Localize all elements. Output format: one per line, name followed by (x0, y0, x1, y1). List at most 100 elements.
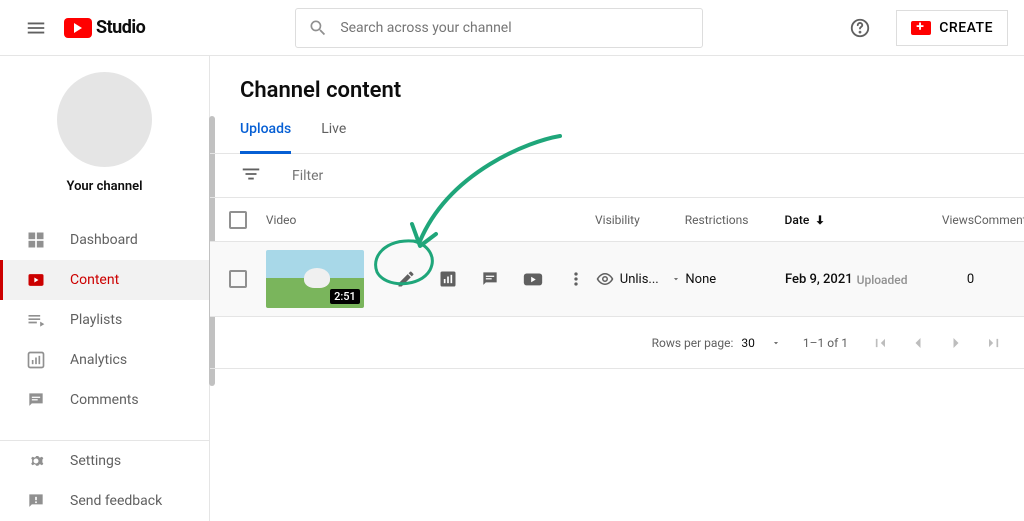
gear-icon (24, 451, 48, 471)
visibility-value: Unlis... (620, 272, 659, 287)
youtube-play-icon (64, 18, 92, 38)
video-duration: 2:51 (330, 289, 360, 304)
table-header: Video Visibility Restrictions Date Views… (210, 198, 1024, 242)
restrictions-value: None (685, 272, 785, 287)
table-row[interactable]: 2:51 Unlis... None Feb 9, (210, 242, 1024, 317)
date-value: Feb 9, 2021 (785, 272, 853, 287)
first-page-icon (870, 333, 890, 353)
sidebar-nav: Dashboard Content Playlists Analytics Co… (0, 220, 209, 440)
playlists-icon (24, 310, 48, 330)
search-box[interactable] (295, 8, 703, 48)
more-options-button[interactable] (566, 269, 586, 289)
last-page-icon (984, 333, 1004, 353)
column-date[interactable]: Date (785, 213, 915, 227)
sidebar-item-analytics[interactable]: Analytics (0, 340, 209, 380)
views-value: 0 (914, 272, 974, 287)
main-content: Channel content Uploads Live Video Visib… (210, 56, 1024, 521)
video-thumbnail[interactable]: 2:51 (266, 250, 364, 308)
header-actions: CREATE (840, 8, 1008, 48)
sort-descending-icon (813, 213, 827, 227)
more-vertical-icon (566, 269, 586, 289)
last-page-button[interactable] (984, 333, 1004, 353)
chevron-down-icon (771, 338, 781, 348)
comments-button[interactable] (480, 269, 500, 289)
watch-on-youtube-button[interactable] (522, 268, 544, 290)
sidebar-item-content[interactable]: Content (0, 260, 209, 300)
sidebar-item-label: Settings (70, 453, 121, 469)
filter-icon[interactable] (240, 163, 262, 189)
table-footer: Rows per page: 30 1–1 of 1 (210, 317, 1024, 369)
comment-icon (480, 269, 500, 289)
filter-input[interactable] (292, 168, 470, 184)
sidebar-item-label: Analytics (70, 352, 127, 368)
column-date-label: Date (785, 213, 810, 227)
chevron-down-icon (671, 274, 681, 284)
brand-text: Studio (96, 17, 145, 38)
sidebar-item-label: Send feedback (70, 493, 162, 509)
help-icon (849, 17, 871, 39)
analytics-icon (438, 269, 458, 289)
sidebar-item-settings[interactable]: Settings (0, 441, 209, 481)
rows-per-page-value: 30 (741, 336, 755, 350)
sidebar: Your channel Dashboard Content Playlists… (0, 56, 210, 521)
youtube-studio-logo[interactable]: Studio (64, 17, 145, 38)
analytics-button[interactable] (438, 269, 458, 289)
content-tabs: Uploads Live (210, 103, 1024, 154)
youtube-icon (522, 268, 544, 290)
page-title: Channel content (210, 56, 1024, 103)
create-button[interactable]: CREATE (896, 10, 1008, 46)
channel-profile: Your channel (0, 56, 209, 210)
sidebar-item-comments[interactable]: Comments (0, 380, 209, 420)
tab-uploads[interactable]: Uploads (240, 121, 291, 154)
comments-icon (24, 390, 48, 410)
select-all-checkbox[interactable] (229, 211, 247, 229)
chevron-left-icon (908, 333, 928, 353)
create-button-label: CREATE (939, 20, 993, 36)
next-page-button[interactable] (946, 333, 966, 353)
search-input[interactable] (340, 20, 690, 36)
column-comments[interactable]: Comment (974, 213, 1024, 227)
column-views[interactable]: Views (914, 213, 974, 227)
row-hover-actions (396, 268, 586, 290)
menu-icon (25, 17, 47, 39)
dashboard-icon (24, 230, 48, 250)
prev-page-button[interactable] (908, 333, 928, 353)
visibility-dropdown[interactable]: Unlis... (596, 270, 686, 288)
sidebar-item-label: Playlists (70, 312, 122, 328)
edit-details-button[interactable] (396, 269, 416, 289)
app-header: Studio CREATE (0, 0, 1024, 56)
column-video[interactable]: Video (266, 213, 585, 227)
first-page-button[interactable] (870, 333, 890, 353)
tab-live[interactable]: Live (321, 121, 346, 153)
filter-bar (210, 154, 1024, 198)
channel-name: Your channel (0, 179, 209, 194)
analytics-icon (24, 350, 48, 370)
sidebar-item-label: Content (70, 272, 119, 288)
sidebar-item-label: Dashboard (70, 232, 138, 248)
sidebar-item-label: Comments (70, 392, 139, 408)
pagination-controls (870, 333, 1004, 353)
chevron-right-icon (946, 333, 966, 353)
visibility-unlisted-icon (596, 270, 614, 288)
sidebar-item-playlists[interactable]: Playlists (0, 300, 209, 340)
help-button[interactable] (840, 8, 880, 48)
search-icon (308, 18, 328, 38)
sidebar-item-dashboard[interactable]: Dashboard (0, 220, 209, 260)
pagination-range: 1–1 of 1 (803, 336, 848, 350)
rows-per-page-select[interactable]: 30 (741, 336, 781, 350)
sidebar-item-feedback[interactable]: Send feedback (0, 481, 209, 521)
create-video-icon (911, 21, 931, 35)
rows-per-page: Rows per page: 30 (652, 336, 781, 350)
content-icon (24, 270, 48, 290)
rows-per-page-label: Rows per page: (652, 336, 734, 350)
avatar[interactable] (57, 72, 152, 167)
pencil-icon (396, 269, 416, 289)
date-cell: Feb 9, 2021 Uploaded (785, 271, 914, 287)
column-restrictions[interactable]: Restrictions (685, 213, 785, 227)
column-visibility[interactable]: Visibility (585, 213, 685, 227)
hamburger-menu-button[interactable] (16, 8, 56, 48)
sidebar-bottom-nav: Settings Send feedback (0, 440, 209, 521)
row-checkbox[interactable] (229, 270, 247, 288)
feedback-icon (24, 491, 48, 511)
date-subtext: Uploaded (857, 273, 908, 287)
